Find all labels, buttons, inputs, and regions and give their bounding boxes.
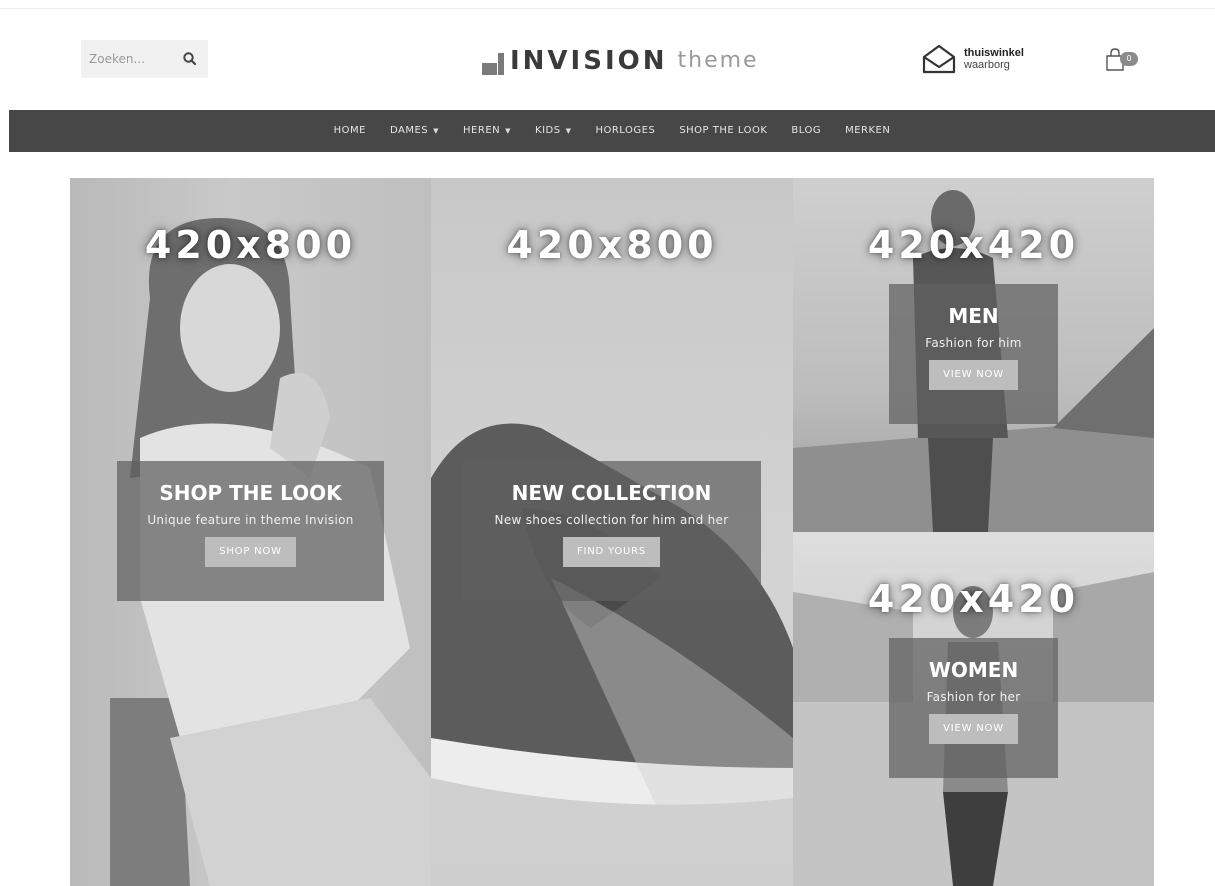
waarborg-line-2: waarborg xyxy=(964,59,1010,71)
chevron-down-icon: ▼ xyxy=(433,127,440,135)
logo-subtitle: theme xyxy=(677,48,759,73)
nav-label: HOME xyxy=(333,125,366,136)
banner-title: MEN xyxy=(948,304,999,328)
nav-label: HORLOGES xyxy=(595,125,656,136)
nav-item-blog[interactable]: BLOG xyxy=(779,110,833,152)
banner-size-label: 420x800 xyxy=(144,223,357,267)
banner-men[interactable]: 420x420 MEN Fashion for him VIEW NOW xyxy=(793,178,1154,532)
cart-button[interactable]: 0 xyxy=(1105,48,1139,72)
main-navigation: HOME DAMES ▼ HEREN ▼ KIDS ▼ HORLOGES SHOP T… xyxy=(9,110,1215,152)
waarborg-line-1: thuiswinkel xyxy=(964,47,1024,59)
nav-item-merken[interactable]: MERKEN xyxy=(833,110,902,152)
banner-overlay-box: WOMEN Fashion for her VIEW NOW xyxy=(889,638,1058,778)
banner-subtitle: Unique feature in theme Invision xyxy=(147,513,354,527)
nav-label: BLOG xyxy=(791,125,822,136)
banner-title: WOMEN xyxy=(928,658,1019,682)
promo-banner-grid: 420x800 SHOP THE LOOK Unique feature in … xyxy=(70,178,1154,886)
logo-mark-icon xyxy=(482,53,504,75)
nav-label: HEREN xyxy=(463,125,501,136)
find-yours-button[interactable]: FIND YOURS xyxy=(562,537,661,567)
banner-overlay-box: SHOP THE LOOK Unique feature in theme In… xyxy=(117,461,384,601)
logo-wordmark: INVISION xyxy=(510,46,668,76)
chevron-down-icon: ▼ xyxy=(565,127,572,135)
banner-overlay-box: MEN Fashion for him VIEW NOW xyxy=(889,284,1058,424)
shop-now-button[interactable]: SHOP NOW xyxy=(205,537,296,567)
nav-label: DAMES xyxy=(389,125,429,136)
header-divider xyxy=(0,8,1215,9)
banner-title: NEW COLLECTION xyxy=(511,481,712,505)
envelope-icon xyxy=(922,44,956,74)
banner-size-label: 420x420 xyxy=(867,577,1080,621)
banner-title: SHOP THE LOOK xyxy=(159,481,342,505)
search-box[interactable] xyxy=(81,40,208,78)
banner-subtitle: New shoes collection for him and her xyxy=(494,513,729,527)
banner-overlay-box: NEW COLLECTION New shoes collection for … xyxy=(462,461,761,601)
banner-subtitle: Fashion for him xyxy=(925,336,1022,350)
banner-new-collection[interactable]: 420x800 NEW COLLECTION New shoes collect… xyxy=(431,178,793,886)
chevron-down-icon: ▼ xyxy=(505,127,512,135)
thuiswinkel-waarborg-badge[interactable]: thuiswinkel waarborg xyxy=(922,44,1024,74)
search-input[interactable] xyxy=(89,40,169,78)
view-now-button[interactable]: VIEW NOW xyxy=(929,360,1018,390)
search-icon[interactable] xyxy=(181,50,199,68)
banner-subtitle: Fashion for her xyxy=(926,690,1021,704)
site-logo[interactable]: INVISION theme xyxy=(482,45,759,75)
banner-women[interactable]: 420x420 WOMEN Fashion for her VIEW NOW xyxy=(793,532,1154,886)
banner-shop-the-look[interactable]: 420x800 SHOP THE LOOK Unique feature in … xyxy=(70,178,431,886)
cart-count-badge: 0 xyxy=(1120,52,1138,66)
nav-item-heren[interactable]: HEREN ▼ xyxy=(451,110,523,152)
nav-label: SHOP THE LOOK xyxy=(679,125,768,136)
banner-size-label: 420x420 xyxy=(867,223,1080,267)
view-now-button[interactable]: VIEW NOW xyxy=(929,714,1018,744)
banner-size-label: 420x800 xyxy=(506,223,718,267)
nav-item-shop-the-look[interactable]: SHOP THE LOOK xyxy=(667,110,779,152)
nav-item-home[interactable]: HOME xyxy=(322,110,378,152)
nav-item-horloges[interactable]: HORLOGES xyxy=(583,110,667,152)
nav-label: MERKEN xyxy=(845,125,891,136)
nav-item-dames[interactable]: DAMES ▼ xyxy=(378,110,451,152)
nav-label: KIDS xyxy=(535,125,561,136)
nav-item-kids[interactable]: KIDS ▼ xyxy=(523,110,583,152)
